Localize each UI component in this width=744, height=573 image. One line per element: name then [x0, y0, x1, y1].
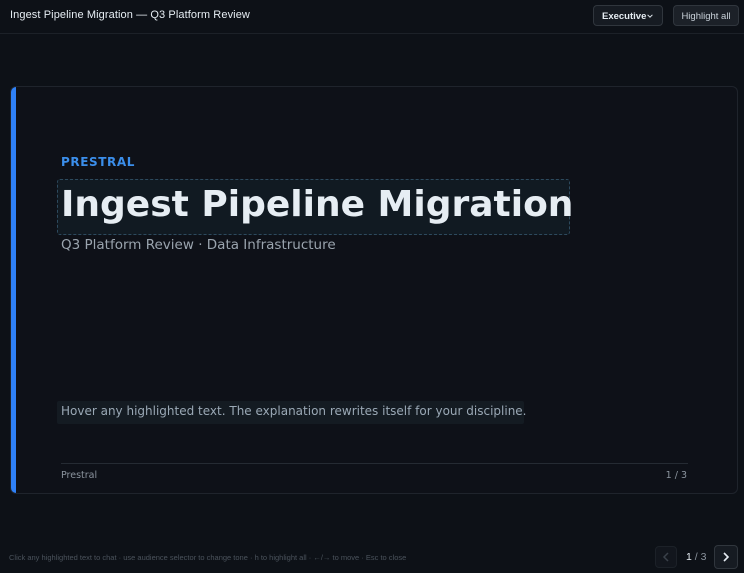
- keyboard-help-text: Click any highlighted text to chat · use…: [9, 553, 407, 562]
- chevron-left-icon: [662, 552, 669, 562]
- total-pages: 3: [700, 551, 707, 563]
- slide-subtitle: Q3 Platform Review · Data Infrastructure: [61, 237, 336, 253]
- page-counter: 1 / 3: [686, 551, 706, 563]
- slide-footer-page: 1 / 3: [665, 470, 687, 481]
- slide: PRESTRAL Ingest Pipeline Migration Q3 Pl…: [10, 86, 738, 494]
- chevron-down-icon: [647, 14, 653, 18]
- slide-divider: [61, 463, 688, 464]
- previous-slide-button[interactable]: [655, 546, 677, 568]
- slide-title-highlight[interactable]: Ingest Pipeline Migration: [57, 179, 573, 235]
- next-slide-button[interactable]: [714, 545, 738, 569]
- audience-selector[interactable]: Executive: [593, 5, 663, 26]
- slide-hint-highlight[interactable]: Hover any highlighted text. The explanat…: [57, 401, 527, 424]
- slide-brand: PRESTRAL: [61, 155, 136, 169]
- slide-footer-brand: Prestral: [61, 470, 98, 481]
- chevron-right-icon: [723, 552, 730, 562]
- top-bar: Ingest Pipeline Migration — Q3 Platform …: [0, 0, 744, 34]
- slide-accent-bar: [11, 87, 16, 493]
- highlight-all-button[interactable]: Highlight all: [673, 5, 739, 26]
- audience-selected-value: Executive: [602, 11, 647, 22]
- page-separator: /: [691, 551, 701, 563]
- document-title: Ingest Pipeline Migration — Q3 Platform …: [10, 9, 250, 21]
